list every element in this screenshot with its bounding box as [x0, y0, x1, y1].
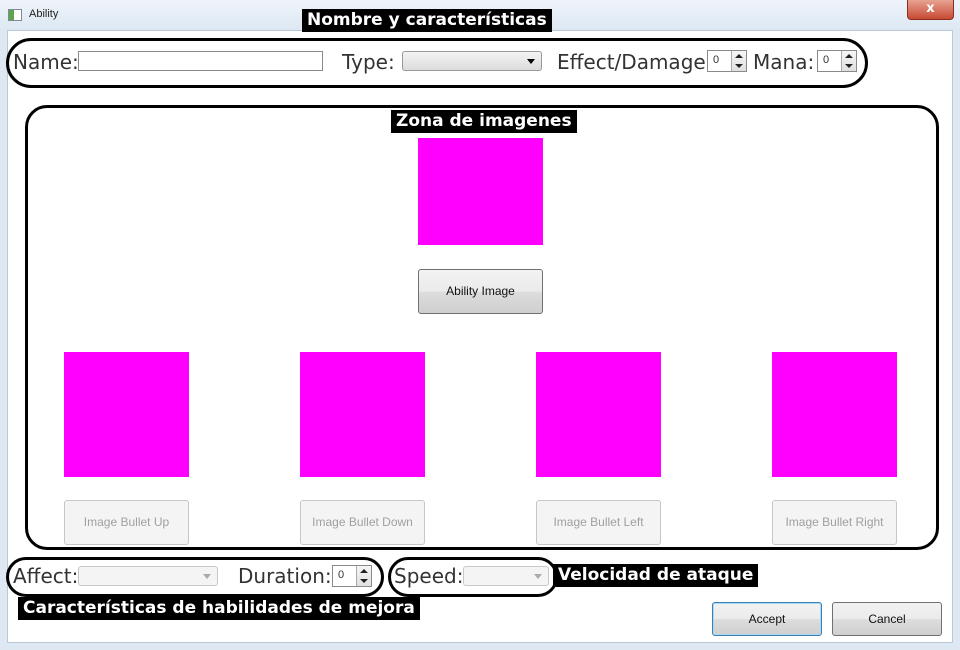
app-window-icon — [8, 9, 22, 21]
ability-image-button[interactable]: Ability Image — [418, 269, 543, 314]
mana-value: 0 — [823, 54, 830, 66]
annotation-label-speed: Velocidad de ataque — [553, 564, 759, 587]
bullet-up-image-preview — [64, 352, 189, 477]
image-bullet-down-button[interactable]: Image Bullet Down — [300, 500, 425, 545]
stepper-up-icon[interactable] — [735, 54, 743, 58]
duration-value: 0 — [338, 569, 345, 581]
cancel-button[interactable]: Cancel — [832, 602, 942, 636]
type-dropdown[interactable] — [402, 51, 542, 71]
stepper-down-icon[interactable] — [845, 64, 853, 68]
close-window-button[interactable]: x — [907, 0, 954, 20]
chevron-down-icon — [527, 59, 535, 64]
stepper-up-icon[interactable] — [360, 569, 368, 573]
effect-damage-label: Effect/Damage: — [557, 50, 713, 74]
stepper-down-icon[interactable] — [735, 64, 743, 68]
ability-image-preview — [418, 138, 543, 245]
effect-damage-stepper[interactable]: 0 — [707, 50, 747, 72]
chevron-down-icon — [203, 574, 211, 579]
stepper-up-icon[interactable] — [845, 54, 853, 58]
duration-stepper[interactable]: 0 — [332, 565, 372, 587]
name-label: Name: — [13, 50, 79, 74]
annotation-label-upgrade: Características de habilidades de mejora — [18, 597, 420, 620]
annotation-label-images: Zona de imagenes — [391, 110, 577, 133]
image-bullet-up-button[interactable]: Image Bullet Up — [64, 500, 189, 545]
stepper-buttons — [731, 51, 746, 71]
bullet-left-image-preview — [536, 352, 661, 477]
affect-label: Affect: — [13, 564, 79, 588]
bullet-down-image-preview — [300, 352, 425, 477]
stepper-buttons — [356, 566, 371, 586]
window-title: Ability — [29, 8, 59, 20]
stepper-buttons — [841, 51, 856, 71]
annotation-label-top: Nombre y características — [302, 9, 552, 32]
affect-dropdown[interactable] — [78, 566, 218, 586]
name-input[interactable] — [78, 51, 323, 71]
speed-dropdown[interactable] — [463, 566, 549, 586]
mana-stepper[interactable]: 0 — [817, 50, 857, 72]
accept-button[interactable]: Accept — [712, 602, 822, 636]
effect-damage-value: 0 — [713, 54, 720, 66]
image-bullet-left-button[interactable]: Image Bullet Left — [536, 500, 661, 545]
image-bullet-right-button[interactable]: Image Bullet Right — [772, 500, 897, 545]
bullet-right-image-preview — [772, 352, 897, 477]
stepper-down-icon[interactable] — [360, 579, 368, 583]
speed-label: Speed: — [394, 564, 464, 588]
duration-label: Duration: — [238, 564, 332, 588]
chevron-down-icon — [534, 574, 542, 579]
mana-label: Mana: — [753, 50, 815, 74]
type-label: Type: — [342, 50, 395, 74]
